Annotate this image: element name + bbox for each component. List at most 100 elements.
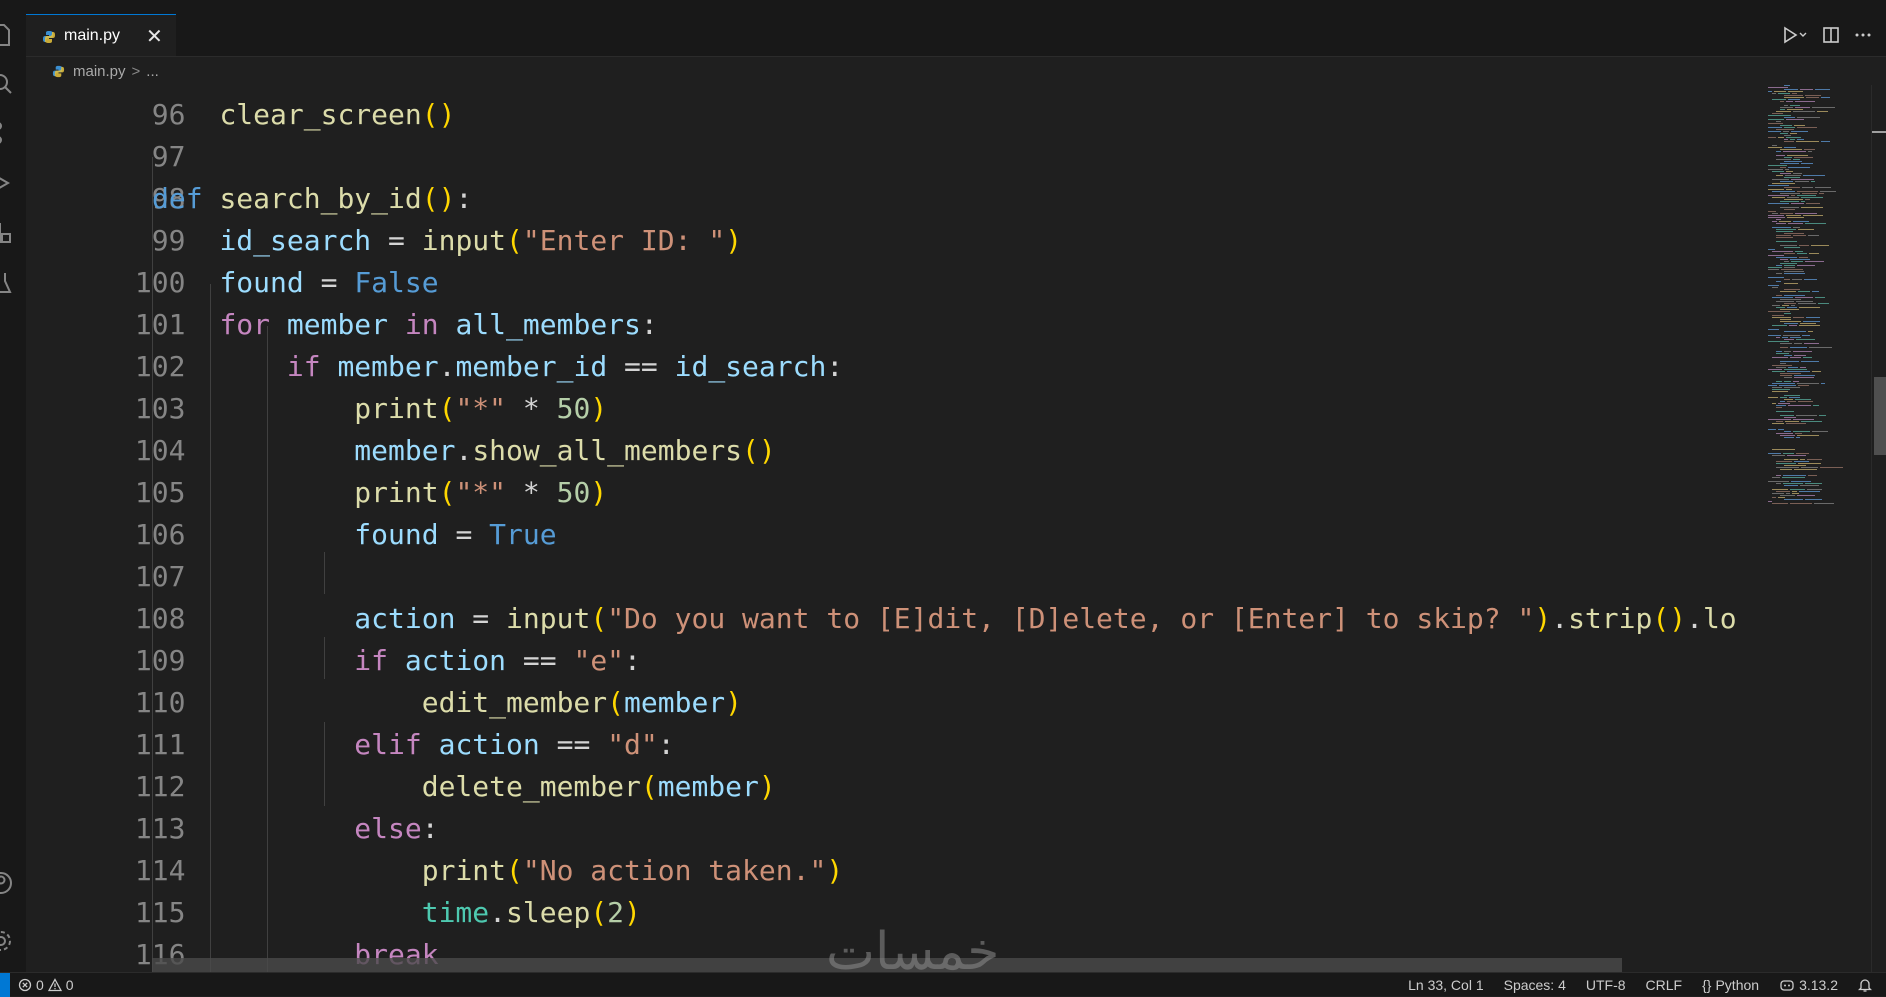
title-bar-strip: [26, 0, 1886, 14]
minimap-line: [1821, 383, 1825, 384]
minimap-line: [1784, 437, 1794, 438]
minimap-line: [1797, 195, 1816, 196]
language-mode[interactable]: {} Python: [1702, 977, 1759, 993]
minimap-line: [1772, 325, 1787, 326]
minimap-line: [1784, 135, 1791, 136]
minimap-line: [1784, 147, 1796, 148]
settings-gear-icon[interactable]: [0, 928, 14, 954]
minimap-line: [1792, 93, 1797, 94]
minimap-line: [1789, 325, 1797, 326]
close-tab-icon[interactable]: ✕: [146, 24, 163, 48]
minimap-line: [1768, 115, 1791, 116]
minimap-line: [1784, 267, 1795, 268]
minimap-line: [1794, 343, 1802, 344]
minimap-line: [1780, 347, 1788, 348]
search-icon[interactable]: [0, 70, 14, 96]
minimap-line: [1776, 461, 1792, 462]
explorer-icon[interactable]: [0, 22, 14, 48]
minimap-line: [1784, 177, 1800, 178]
minimap-line: [1815, 297, 1825, 298]
tab-main-py[interactable]: main.py ✕: [26, 14, 176, 56]
copilot-icon: [1780, 980, 1794, 991]
breadcrumb-file[interactable]: main.py: [73, 63, 126, 80]
minimap-line: [1798, 229, 1814, 230]
minimap-line: [1780, 435, 1795, 436]
minimap-line: [1793, 419, 1814, 420]
minimap-line: [1782, 305, 1789, 306]
code-line: 110 edit_member(member): [26, 640, 742, 719]
minimap-line: [1780, 149, 1802, 150]
minimap[interactable]: [1766, 85, 1858, 972]
minimap-line: [1798, 385, 1809, 386]
file-encoding[interactable]: UTF-8: [1586, 977, 1626, 993]
minimap-line: [1784, 339, 1794, 340]
end-of-line[interactable]: CRLF: [1646, 977, 1683, 993]
source-control-icon[interactable]: [0, 120, 14, 146]
minimap-line: [1784, 187, 1800, 188]
minimap-line: [1776, 237, 1793, 238]
minimap-line: [1776, 353, 1789, 354]
minimap-line: [1784, 377, 1792, 378]
notifications-bell-icon[interactable]: [1858, 977, 1872, 993]
minimap-line: [1793, 111, 1815, 112]
vertical-scrollbar[interactable]: [1871, 85, 1886, 972]
code-editor[interactable]: 96 clear_screen() 97 98 def search_by_id(…: [26, 85, 1766, 972]
minimap-line: [1768, 419, 1791, 420]
minimap-line: [1784, 233, 1804, 234]
indentation-setting[interactable]: Spaces: 4: [1504, 977, 1566, 993]
python-interpreter[interactable]: 3.13.2: [1779, 977, 1838, 993]
minimap-line: [1776, 129, 1794, 130]
minimap-line: [1784, 499, 1803, 500]
minimap-line: [1804, 343, 1819, 344]
minimap-line: [1801, 207, 1823, 208]
minimap-line: [1768, 267, 1782, 268]
minimap-line: [1792, 493, 1799, 494]
minimap-line: [1776, 223, 1786, 224]
minimap-line: [1780, 213, 1793, 214]
minimap-line: [1795, 213, 1817, 214]
breadcrumb-symbol[interactable]: ...: [146, 63, 159, 80]
minimap-line: [1793, 173, 1802, 174]
run-debug-icon[interactable]: [0, 170, 14, 196]
split-editor-icon[interactable]: [1822, 26, 1840, 44]
minimap-line: [1790, 337, 1801, 338]
run-python-file-button[interactable]: [1782, 26, 1808, 44]
minimap-line: [1790, 105, 1800, 106]
more-actions-icon[interactable]: [1854, 26, 1872, 44]
minimap-line: [1794, 125, 1805, 126]
minimap-line: [1797, 127, 1817, 128]
minimap-line: [1784, 253, 1795, 254]
scrollbar-thumb[interactable]: [1874, 377, 1886, 455]
minimap-line: [1768, 311, 1790, 312]
activity-bar: [0, 0, 27, 972]
account-icon[interactable]: [0, 870, 14, 896]
minimap-line: [1800, 89, 1813, 90]
minimap-line: [1797, 495, 1815, 496]
minimap-line: [1780, 321, 1801, 322]
minimap-line: [1768, 127, 1782, 128]
minimap-line: [1812, 291, 1819, 292]
minimap-line: [1768, 147, 1782, 148]
minimap-line: [1784, 369, 1807, 370]
minimap-line: [1800, 367, 1806, 368]
minimap-line: [1768, 91, 1772, 92]
minimap-line: [1776, 381, 1782, 382]
extensions-icon[interactable]: [0, 220, 14, 246]
minimap-line: [1806, 97, 1819, 98]
minimap-line: [1784, 289, 1800, 290]
remote-indicator[interactable]: [0, 973, 10, 997]
minimap-line: [1805, 483, 1822, 484]
testing-icon[interactable]: [0, 270, 14, 296]
minimap-line: [1805, 261, 1824, 262]
problems-status[interactable]: 0 0: [18, 973, 74, 997]
status-bar-right: Ln 33, Col 1 Spaces: 4 UTF-8 CRLF {} Pyt…: [1408, 973, 1872, 997]
minimap-line: [1801, 361, 1819, 362]
cursor-position[interactable]: Ln 33, Col 1: [1408, 977, 1484, 993]
minimap-line: [1813, 405, 1819, 406]
minimap-line: [1779, 385, 1796, 386]
minimap-line: [1780, 397, 1787, 398]
code-line: 108 action = input("Do you want to [E]di…: [26, 556, 1737, 635]
minimap-line: [1821, 97, 1830, 98]
minimap-line: [1801, 197, 1823, 198]
minimap-line: [1793, 221, 1809, 222]
